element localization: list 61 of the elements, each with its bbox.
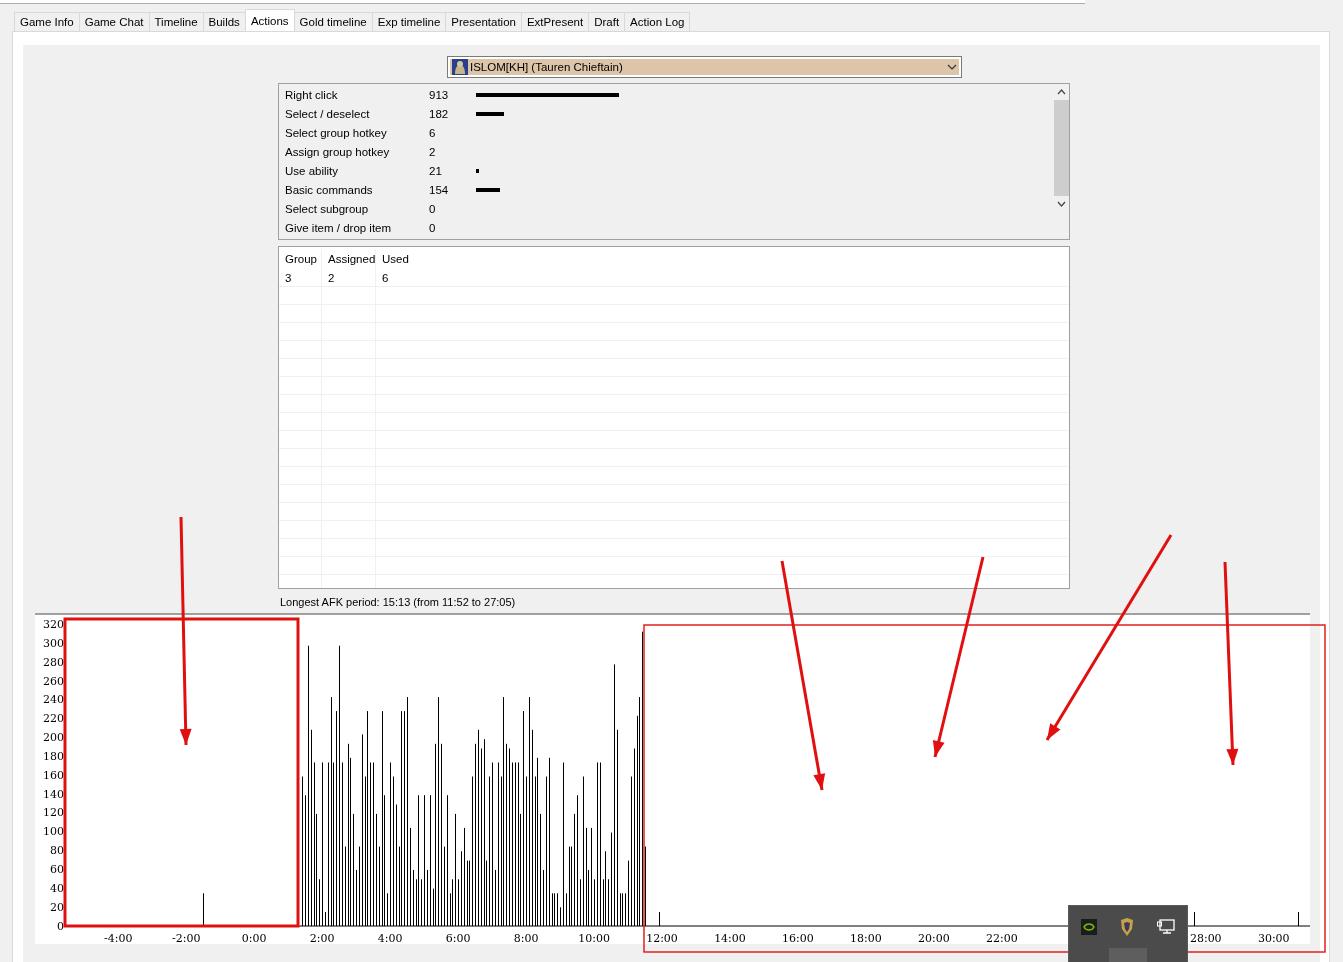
axis-label: 18:00 xyxy=(850,932,882,945)
axis-label: 14:00 xyxy=(714,932,746,945)
action-count: 0 xyxy=(429,221,437,234)
action-name: Assign group hotkey xyxy=(284,145,391,158)
axis-label: -4:00 xyxy=(104,932,133,945)
axis-label: 100 xyxy=(43,825,64,839)
column-header[interactable]: Assigned xyxy=(322,249,376,269)
action-count: 0 xyxy=(429,202,437,215)
column-header[interactable]: Used xyxy=(376,249,1069,269)
action-name: Select group hotkey xyxy=(284,126,388,139)
action-name: Basic commands xyxy=(284,183,374,196)
axis-label: -2:00 xyxy=(172,932,201,945)
tab[interactable]: Actions xyxy=(244,9,295,31)
axis-label: 280 xyxy=(43,655,64,669)
table-cell: 3 xyxy=(279,269,322,286)
axis-label: 60 xyxy=(50,863,64,876)
tab[interactable]: Game Info xyxy=(14,12,80,31)
axis-label: 220 xyxy=(43,712,64,726)
axis-label: 20:00 xyxy=(918,932,950,945)
action-count: 154 xyxy=(429,183,450,196)
axis-label: 8:00 xyxy=(513,932,539,945)
axis-label: 30:00 xyxy=(1257,932,1290,945)
table-cell-text: 6 xyxy=(381,270,390,286)
axis-label: 12:00 xyxy=(646,932,678,945)
axis-label: 10:00 xyxy=(578,932,610,945)
axis-label: 20 xyxy=(50,900,64,914)
axis-label: 6:00 xyxy=(445,932,471,945)
afk-summary: Longest AFK period: 15:13 (from 11:52 to 27:05) xyxy=(280,596,516,610)
action-count: 182 xyxy=(429,107,450,120)
axis-label: 180 xyxy=(43,749,64,763)
axis-label: 22:00 xyxy=(986,932,1018,945)
axis-label: 0:00 xyxy=(241,932,267,945)
tab[interactable]: Exp timeline xyxy=(371,12,447,31)
action-count: 913 xyxy=(429,88,450,101)
axis-label: 28:00 xyxy=(1189,932,1222,945)
action-name: Give item / drop item xyxy=(284,221,393,234)
action-count: 21 xyxy=(429,164,443,177)
axis-label: 16:00 xyxy=(782,932,814,945)
table-cell: 2 xyxy=(322,269,376,286)
axis-label: 0 xyxy=(57,919,64,933)
axis-label: 2:00 xyxy=(309,932,335,945)
action-count: 2 xyxy=(429,145,437,158)
action-name: Use ability xyxy=(284,164,340,177)
axis-label: 260 xyxy=(43,674,64,688)
axis-label: 40 xyxy=(50,881,64,895)
action-count: 6 xyxy=(429,126,437,139)
axis-label: 240 xyxy=(43,693,64,707)
axis-label: 160 xyxy=(43,768,64,782)
axis-label: 120 xyxy=(43,806,64,820)
axis-label: 80 xyxy=(50,844,64,858)
tab[interactable]: Action Log xyxy=(624,12,691,31)
axis-label: 300 xyxy=(43,636,64,650)
column-header[interactable]: Group xyxy=(279,249,322,269)
axis-label: 140 xyxy=(43,787,64,801)
action-name: Right click xyxy=(284,88,339,101)
axis-label: 320 xyxy=(43,618,64,632)
action-name: Select subgroup xyxy=(284,202,370,215)
player-dropdown[interactable]: ISLOM[KH] (Tauren Chieftain) xyxy=(447,56,962,78)
axis-label: 200 xyxy=(43,731,64,745)
action-name: Select / deselect xyxy=(284,107,371,120)
axis-label: 4:00 xyxy=(377,932,403,945)
